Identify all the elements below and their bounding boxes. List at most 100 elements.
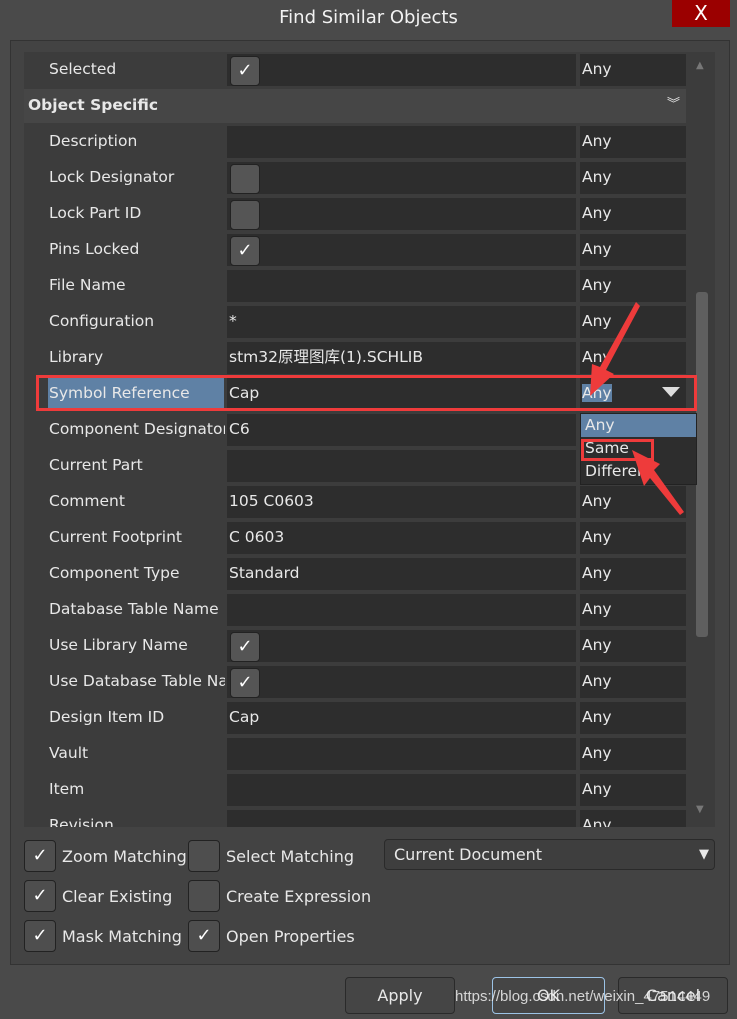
row-label: File Name [49,276,126,294]
row-label: Library [49,348,104,366]
checkbox-box [188,840,220,872]
row-match-text: Any [582,132,612,150]
row-match[interactable]: Any [580,270,686,302]
clear-existing-checkbox[interactable]: ✓ Clear Existing [24,880,172,912]
row-value[interactable]: ✓ [227,234,576,266]
option-label: Clear Existing [62,886,173,906]
row-match[interactable]: Any [580,810,686,827]
annotation-arrow-up [632,450,684,515]
checkbox-box[interactable] [230,164,260,194]
row-match-text: Any [582,816,612,827]
row-match-text: Any [582,780,612,798]
grid-row[interactable]: Pins Locked ✓ Any [24,232,686,266]
mask-matching-checkbox[interactable]: ✓ Mask Matching [24,920,182,952]
row-match-text: Any [582,600,612,618]
section-header-object-specific[interactable]: Object Specific ︾ [24,89,686,123]
row-match[interactable]: Any [580,54,686,86]
grid-row-selected[interactable]: Selected ✓ Any [24,52,686,86]
row-value[interactable]: Cap [227,702,576,734]
scrollbar-thumb[interactable] [696,292,708,637]
row-label: Use Library Name [49,636,188,654]
row-value[interactable] [227,594,576,626]
grid-row[interactable]: File Name Any [24,268,686,302]
row-label: Revision [49,816,114,827]
row-label: Item [49,780,85,798]
zoom-matching-checkbox[interactable]: ✓ Zoom Matching [24,840,187,872]
row-value[interactable] [227,450,576,482]
row-value[interactable]: C6 [227,414,576,446]
grid-row[interactable]: Use Database Table Name ✓ Any [24,664,686,698]
row-value[interactable]: ✓ [227,54,576,86]
row-value[interactable] [227,270,576,302]
row-value[interactable] [227,162,576,194]
row-label: Design Item ID [49,708,165,726]
grid-row[interactable]: Revision Any [24,808,686,827]
checkbox-box [188,880,220,912]
scroll-down-icon[interactable]: ▼ [696,804,704,815]
row-label: Pins Locked [49,240,140,258]
dropdown-option-any[interactable]: Any [581,414,696,437]
grid-row[interactable]: Component Type Standard Any [24,556,686,590]
row-match-text: Any [582,492,612,510]
collapse-chevron-icon[interactable]: ︾ [667,89,680,121]
close-button[interactable]: X [672,0,730,27]
row-match[interactable]: Any [580,126,686,158]
row-value[interactable]: 105 C0603 [227,486,576,518]
apply-button[interactable]: Apply [345,977,455,1014]
row-label: Current Part [49,456,143,474]
row-label: Comment [49,492,125,510]
row-value[interactable]: Standard [227,558,576,590]
row-match[interactable]: Any [580,738,686,770]
row-match[interactable]: Any [580,702,686,734]
annotation-arrow-down [590,302,640,396]
check-icon[interactable]: ✓ [230,668,260,698]
row-match-text: Any [582,276,612,294]
row-value[interactable]: stm32原理图库(1).SCHLIB [227,342,576,374]
option-label: Select Matching [226,846,355,866]
check-icon[interactable]: ✓ [230,236,260,266]
row-value[interactable] [227,198,576,230]
open-properties-checkbox[interactable]: ✓ Open Properties [188,920,355,952]
row-match[interactable]: Any [580,558,686,590]
row-value[interactable] [227,810,576,827]
grid-row[interactable]: Use Library Name ✓ Any [24,628,686,662]
row-match[interactable]: Any [580,162,686,194]
row-value[interactable] [227,126,576,158]
grid-row[interactable]: Comment 105 C0603 Any [24,484,686,518]
check-icon: ✓ [24,840,56,872]
row-label: Component Type [49,564,180,582]
row-match[interactable]: Any [580,630,686,662]
row-match[interactable]: Any [580,198,686,230]
row-value[interactable]: ✓ [227,630,576,662]
row-match-text: Any [582,564,612,582]
row-match[interactable]: Any [580,666,686,698]
grid-row[interactable]: Database Table Name Any [24,592,686,626]
checkbox-box[interactable] [230,200,260,230]
row-value[interactable]: * [227,306,576,338]
dropdown-arrow-icon[interactable] [662,387,680,397]
grid-row[interactable]: Lock Part ID Any [24,196,686,230]
scope-select[interactable]: Current Document ▼ [384,839,715,870]
row-match[interactable]: Any [580,774,686,806]
row-value-text: Cap [229,708,260,726]
row-match[interactable]: Any [580,522,686,554]
row-value[interactable] [227,738,576,770]
row-match[interactable]: Any [580,234,686,266]
check-icon[interactable]: ✓ [230,56,260,86]
grid-row[interactable]: Description Any [24,124,686,158]
grid-row[interactable]: Design Item ID Cap Any [24,700,686,734]
create-expression-checkbox[interactable]: Create Expression [188,880,371,912]
row-value[interactable] [227,774,576,806]
row-value-text: * [229,312,237,330]
select-matching-checkbox[interactable]: Select Matching [188,840,354,872]
row-match[interactable]: Any [580,594,686,626]
check-icon[interactable]: ✓ [230,632,260,662]
row-label: Lock Designator [49,168,175,186]
grid-row[interactable]: Item Any [24,772,686,806]
scroll-up-icon[interactable]: ▲ [696,60,704,71]
grid-row[interactable]: Current Footprint C 0603 Any [24,520,686,554]
grid-row[interactable]: Lock Designator Any [24,160,686,194]
row-value[interactable]: ✓ [227,666,576,698]
grid-row[interactable]: Vault Any [24,736,686,770]
row-value[interactable]: C 0603 [227,522,576,554]
